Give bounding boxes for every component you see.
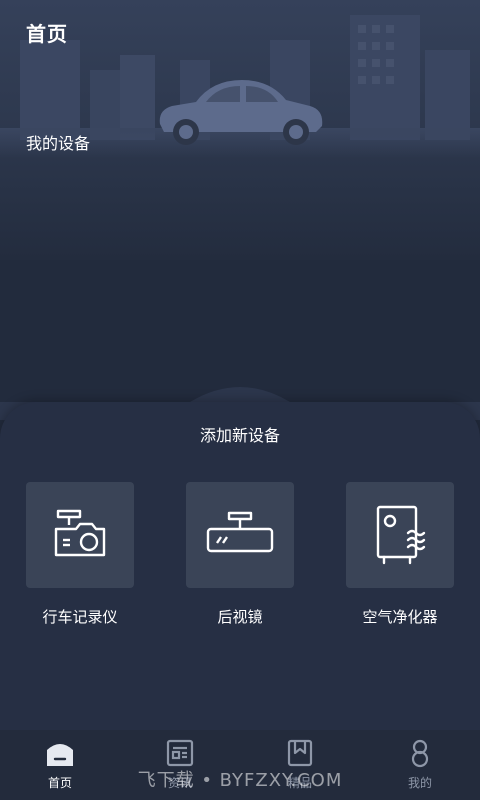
device-label-dashcam: 行车记录仪 xyxy=(42,608,118,626)
home-icon xyxy=(47,744,73,766)
tab-profile[interactable]: 我的 xyxy=(360,730,480,800)
tab-home[interactable]: 首页 xyxy=(0,730,120,800)
page-title: 首页 xyxy=(26,22,68,46)
tab-featured[interactable]: 精品 xyxy=(240,730,360,800)
device-tile-dashcam[interactable] xyxy=(26,482,134,588)
tab-label-news: 资讯 xyxy=(167,776,192,790)
air-purifier-icon xyxy=(376,505,426,565)
tab-label-featured: 精品 xyxy=(287,776,312,790)
device-dashcam[interactable]: 行车记录仪 xyxy=(26,482,134,627)
tab-label-profile: 我的 xyxy=(407,776,432,790)
dashcam-icon xyxy=(54,509,106,557)
tab-label-home: 首页 xyxy=(47,776,72,790)
device-tile-air-purifier[interactable] xyxy=(346,482,454,588)
device-label-air-purifier: 空气净化器 xyxy=(362,608,438,626)
device-label-rearview-mirror: 后视镜 xyxy=(217,608,263,626)
tab-news[interactable]: 资讯 xyxy=(120,730,240,800)
car-illustration xyxy=(159,80,323,145)
add-device-title: 添加新设备 xyxy=(199,426,280,445)
device-rearview-mirror[interactable]: 后视镜 xyxy=(186,482,294,627)
device-tile-rearview-mirror[interactable] xyxy=(186,482,294,588)
my-devices-title: 我的设备 xyxy=(26,134,91,153)
rearview-mirror-icon xyxy=(206,511,274,553)
bottom-tab-bar: 首页 资讯 精品 我的 xyxy=(0,730,480,800)
profile-icon xyxy=(411,739,429,768)
device-air-purifier[interactable]: 空气净化器 xyxy=(346,482,454,627)
news-icon xyxy=(166,739,194,767)
bookmark-icon xyxy=(287,739,313,767)
